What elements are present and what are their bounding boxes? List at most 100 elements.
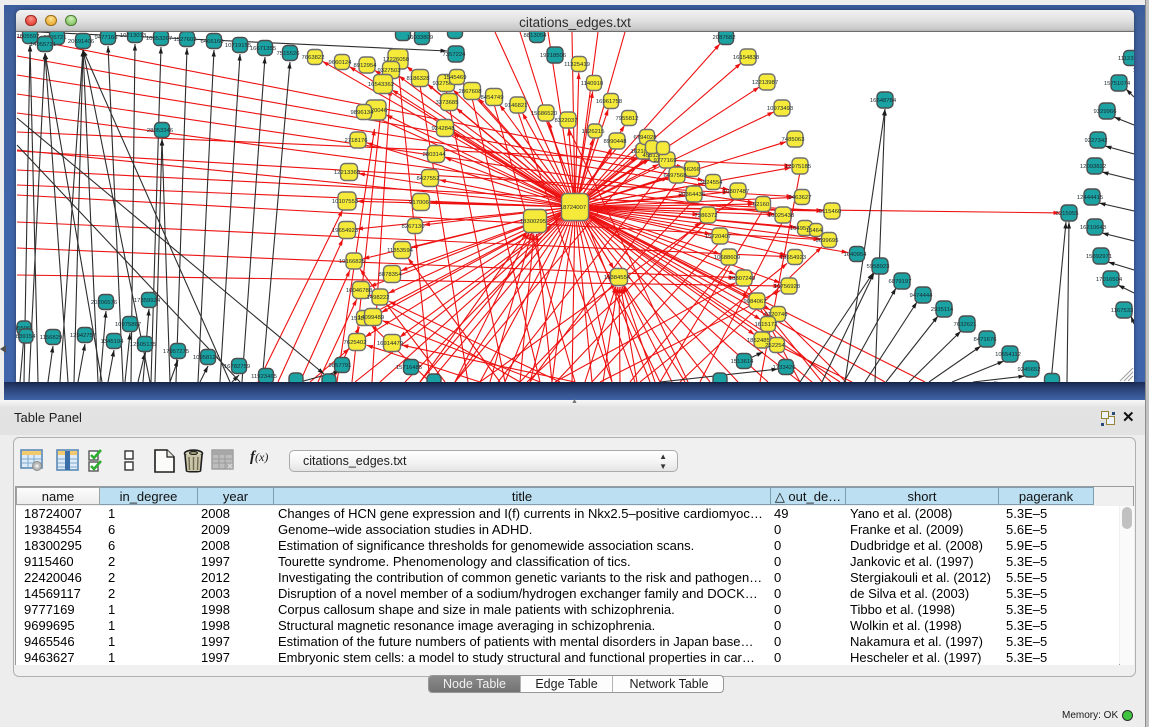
svg-text:8990448: 8990448 (604, 139, 628, 145)
svg-text:3215955: 3215955 (1056, 211, 1080, 217)
svg-text:10958127: 10958127 (193, 355, 219, 361)
svg-text:15686520: 15686520 (531, 111, 558, 117)
svg-text:14099489: 14099489 (358, 315, 384, 321)
svg-text:9084067: 9084067 (744, 299, 767, 305)
svg-text:12444415: 12444415 (1077, 195, 1104, 201)
svg-text:15464: 15464 (806, 228, 823, 234)
svg-text:6466160: 6466160 (201, 39, 225, 45)
svg-text:9115460: 9115460 (819, 209, 842, 215)
svg-text:9777169: 9777169 (654, 158, 677, 164)
svg-text:10807487: 10807487 (723, 189, 749, 195)
svg-text:9857791: 9857791 (329, 363, 352, 369)
svg-text:18300295: 18300295 (520, 219, 547, 225)
svg-text:3373685: 3373685 (436, 100, 460, 106)
svg-text:2867608: 2867608 (459, 89, 483, 95)
svg-text:10756928: 10756928 (774, 284, 801, 290)
svg-text:11923465: 11923465 (251, 374, 277, 380)
svg-text:1545469: 1545469 (444, 75, 467, 81)
svg-text:16782759: 16782759 (224, 364, 250, 370)
svg-text:252254: 252254 (765, 343, 785, 349)
svg-text:10688609: 10688609 (714, 255, 740, 261)
svg-text:16648784: 16648784 (870, 98, 897, 104)
svg-text:9227342: 9227342 (1085, 138, 1108, 144)
svg-text:15720407: 15720407 (705, 234, 731, 240)
svg-text:10213013: 10213013 (120, 33, 147, 39)
svg-text:9242848: 9242848 (432, 126, 456, 132)
svg-text:10107553: 10107553 (332, 199, 359, 205)
svg-text:1345194: 1345194 (101, 339, 125, 345)
svg-text:12942757: 12942757 (70, 333, 96, 339)
svg-text:9146821: 9146821 (505, 103, 528, 109)
svg-text:1140910: 1140910 (581, 81, 604, 87)
svg-text:8186328: 8186328 (407, 76, 431, 82)
svg-text:12213987: 12213987 (752, 80, 778, 86)
svg-text:62160: 62160 (753, 202, 770, 208)
svg-text:7625402: 7625402 (344, 340, 367, 346)
svg-text:15716485: 15716485 (396, 365, 423, 371)
svg-text:16961758: 16961758 (596, 99, 623, 105)
svg-text:20206576: 20206576 (91, 300, 118, 306)
svg-text:16671355: 16671355 (250, 46, 277, 52)
svg-text:1615172: 1615172 (755, 322, 778, 328)
svg-text:19166825: 19166825 (339, 259, 366, 265)
svg-text:9245652: 9245652 (1018, 367, 1041, 373)
svg-text:10975867: 10975867 (115, 322, 141, 328)
svg-text:9660124: 9660124 (329, 60, 353, 66)
svg-text:917006: 917006 (409, 200, 429, 206)
svg-text:8912954: 8912954 (354, 63, 378, 69)
svg-text:19654923: 19654923 (780, 255, 807, 261)
svg-text:19654923: 19654923 (332, 228, 359, 234)
svg-text:9699695: 9699695 (816, 238, 840, 244)
svg-text:20691406: 20691406 (68, 39, 95, 45)
svg-text:1527602: 1527602 (174, 37, 197, 43)
svg-text:8267130: 8267130 (402, 224, 426, 230)
svg-text:17957275: 17957275 (163, 349, 190, 355)
svg-text:10046788: 10046788 (346, 288, 373, 294)
svg-text:1167533: 1167533 (1111, 308, 1134, 314)
svg-text:7515526: 7515526 (277, 51, 301, 57)
svg-text:17359924: 17359924 (134, 298, 161, 304)
svg-text:16210643: 16210643 (1080, 225, 1107, 231)
svg-text:14055721: 14055721 (30, 42, 56, 48)
svg-text:28053346: 28053346 (147, 128, 174, 134)
svg-text:7663822: 7663822 (302, 55, 325, 61)
svg-text:7632621: 7632621 (954, 322, 977, 328)
svg-text:16914479: 16914479 (377, 341, 403, 347)
svg-text:9327503: 9327503 (378, 68, 402, 74)
svg-text:19384554: 19384554 (604, 275, 631, 281)
svg-text:7386372: 7386372 (695, 213, 718, 219)
svg-text:8813054: 8813054 (524, 33, 548, 39)
svg-text:10025438: 10025438 (768, 213, 795, 219)
svg-text:8427552: 8427552 (417, 176, 440, 182)
svg-text:19218506: 19218506 (540, 53, 567, 59)
svg-text:15751074: 15751074 (1104, 81, 1131, 87)
svg-text:2839154: 2839154 (16, 334, 36, 340)
svg-text:10853267: 10853267 (146, 36, 172, 42)
svg-text:5958923: 5958923 (867, 264, 891, 270)
svg-text:7955812: 7955812 (616, 116, 639, 122)
svg-text:1112384: 1112384 (1118, 56, 1134, 62)
svg-text:2718176: 2718176 (345, 138, 369, 144)
svg-text:17016504: 17016504 (1096, 277, 1123, 283)
svg-text:16154838: 16154838 (733, 55, 760, 61)
svg-text:10654112: 10654112 (995, 352, 1021, 358)
svg-text:9329966: 9329966 (1094, 109, 1118, 115)
svg-text:2935114: 2935114 (931, 307, 954, 313)
svg-text:9474444: 9474444 (910, 293, 934, 299)
svg-text:1626215: 1626215 (582, 129, 606, 135)
svg-text:16033809: 16033809 (407, 35, 433, 41)
svg-text:15892971: 15892971 (1086, 254, 1112, 260)
svg-text:1733426: 1733426 (773, 365, 797, 371)
svg-text:12505135: 12505135 (130, 342, 157, 348)
svg-text:1805597: 1805597 (17, 34, 40, 40)
svg-text:8878354: 8878354 (379, 272, 403, 278)
svg-text:20364436: 20364436 (679, 192, 706, 198)
svg-text:10973493: 10973493 (767, 106, 794, 112)
svg-text:11325419: 11325419 (564, 62, 590, 68)
svg-text:2803144: 2803144 (423, 152, 447, 158)
svg-text:1640954: 1640954 (844, 252, 868, 258)
svg-text:6497568: 6497568 (664, 173, 688, 179)
svg-text:12975185: 12975185 (785, 164, 812, 170)
svg-text:7357224: 7357224 (443, 52, 467, 58)
svg-text:12093822: 12093822 (1080, 164, 1106, 170)
